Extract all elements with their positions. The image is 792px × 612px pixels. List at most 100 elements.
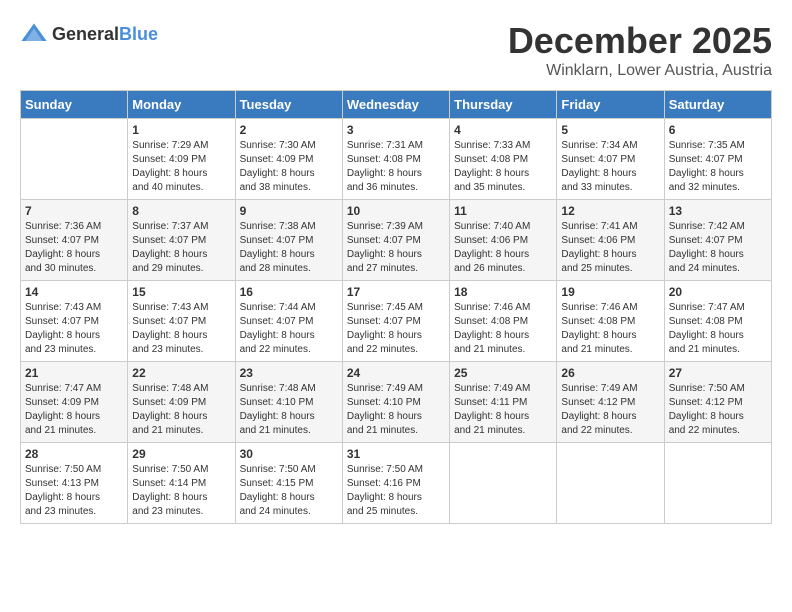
day-number: 26: [561, 366, 659, 380]
day-cell: 22 Sunrise: 7:48 AM Sunset: 4:09 PM Dayli…: [128, 362, 235, 443]
logo-general-text: General: [52, 24, 119, 45]
day-number: 16: [240, 285, 338, 299]
location-title: Winklarn, Lower Austria, Austria: [508, 62, 772, 80]
day-info: Sunrise: 7:50 AM Sunset: 4:15 PM Dayligh…: [240, 463, 338, 519]
day-info: Sunrise: 7:41 AM Sunset: 4:06 PM Dayligh…: [561, 220, 659, 276]
day-cell: 17 Sunrise: 7:45 AM Sunset: 4:07 PM Dayli…: [342, 281, 449, 362]
day-info: Sunrise: 7:49 AM Sunset: 4:10 PM Dayligh…: [347, 382, 445, 438]
weekday-header-row: SundayMondayTuesdayWednesdayThursdayFrid…: [21, 91, 772, 119]
day-number: 29: [132, 447, 230, 461]
day-number: 28: [25, 447, 123, 461]
day-cell: 7 Sunrise: 7:36 AM Sunset: 4:07 PM Daylig…: [21, 200, 128, 281]
day-cell: 13Sunrise: 7:42 AM Sunset: 4:07 PM Dayli…: [664, 200, 771, 281]
day-info: Sunrise: 7:40 AM Sunset: 4:06 PM Dayligh…: [454, 220, 552, 276]
day-number: 18: [454, 285, 552, 299]
day-number: 22: [132, 366, 230, 380]
day-number: 27: [669, 366, 767, 380]
day-info: Sunrise: 7:36 AM Sunset: 4:07 PM Dayligh…: [25, 220, 123, 276]
day-number: 19: [561, 285, 659, 299]
day-info: Sunrise: 7:34 AM Sunset: 4:07 PM Dayligh…: [561, 139, 659, 195]
day-cell: [450, 443, 557, 524]
logo-icon: [20, 20, 48, 48]
day-cell: 18 Sunrise: 7:46 AM Sunset: 4:08 PM Dayli…: [450, 281, 557, 362]
day-info: Sunrise: 7:39 AM Sunset: 4:07 PM Dayligh…: [347, 220, 445, 276]
day-number: 7: [25, 204, 123, 218]
day-number: 2: [240, 123, 338, 137]
day-number: 21: [25, 366, 123, 380]
day-number: 15: [132, 285, 230, 299]
day-cell: 11Sunrise: 7:40 AM Sunset: 4:06 PM Dayli…: [450, 200, 557, 281]
day-number: 9: [240, 204, 338, 218]
day-cell: 25Sunrise: 7:49 AM Sunset: 4:11 PM Dayli…: [450, 362, 557, 443]
day-info: Sunrise: 7:46 AM Sunset: 4:08 PM Dayligh…: [454, 301, 552, 357]
day-info: Sunrise: 7:43 AM Sunset: 4:07 PM Dayligh…: [25, 301, 123, 357]
day-info: Sunrise: 7:31 AM Sunset: 4:08 PM Dayligh…: [347, 139, 445, 195]
weekday-header-monday: Monday: [128, 91, 235, 119]
day-number: 1: [132, 123, 230, 137]
day-number: 24: [347, 366, 445, 380]
day-cell: 20 Sunrise: 7:47 AM Sunset: 4:08 PM Dayli…: [664, 281, 771, 362]
day-info: Sunrise: 7:50 AM Sunset: 4:12 PM Dayligh…: [669, 382, 767, 438]
logo-blue-text: Blue: [119, 24, 158, 45]
day-number: 17: [347, 285, 445, 299]
day-cell: 23 Sunrise: 7:48 AM Sunset: 4:10 PM Dayli…: [235, 362, 342, 443]
day-info: Sunrise: 7:48 AM Sunset: 4:09 PM Dayligh…: [132, 382, 230, 438]
day-info: Sunrise: 7:38 AM Sunset: 4:07 PM Dayligh…: [240, 220, 338, 276]
day-cell: 15 Sunrise: 7:43 AM Sunset: 4:07 PM Dayli…: [128, 281, 235, 362]
day-cell: 19 Sunrise: 7:46 AM Sunset: 4:08 PM Dayli…: [557, 281, 664, 362]
day-cell: [557, 443, 664, 524]
day-cell: [21, 119, 128, 200]
day-cell: [664, 443, 771, 524]
day-cell: 28 Sunrise: 7:50 AM Sunset: 4:13 PM Dayli…: [21, 443, 128, 524]
day-info: Sunrise: 7:49 AM Sunset: 4:12 PM Dayligh…: [561, 382, 659, 438]
day-cell: 21 Sunrise: 7:47 AM Sunset: 4:09 PM Dayli…: [21, 362, 128, 443]
day-number: 10: [347, 204, 445, 218]
day-cell: 1Sunrise: 7:29 AM Sunset: 4:09 PM Daylig…: [128, 119, 235, 200]
day-cell: 9 Sunrise: 7:38 AM Sunset: 4:07 PM Daylig…: [235, 200, 342, 281]
day-cell: 3 Sunrise: 7:31 AM Sunset: 4:08 PM Daylig…: [342, 119, 449, 200]
day-info: Sunrise: 7:47 AM Sunset: 4:08 PM Dayligh…: [669, 301, 767, 357]
weekday-header-tuesday: Tuesday: [235, 91, 342, 119]
day-info: Sunrise: 7:50 AM Sunset: 4:13 PM Dayligh…: [25, 463, 123, 519]
day-number: 20: [669, 285, 767, 299]
day-info: Sunrise: 7:44 AM Sunset: 4:07 PM Dayligh…: [240, 301, 338, 357]
day-number: 23: [240, 366, 338, 380]
day-number: 31: [347, 447, 445, 461]
day-info: Sunrise: 7:37 AM Sunset: 4:07 PM Dayligh…: [132, 220, 230, 276]
weekday-header-sunday: Sunday: [21, 91, 128, 119]
day-cell: 14Sunrise: 7:43 AM Sunset: 4:07 PM Dayli…: [21, 281, 128, 362]
day-cell: 2 Sunrise: 7:30 AM Sunset: 4:09 PM Daylig…: [235, 119, 342, 200]
day-info: Sunrise: 7:43 AM Sunset: 4:07 PM Dayligh…: [132, 301, 230, 357]
month-title: December 2025: [508, 20, 772, 62]
day-number: 3: [347, 123, 445, 137]
day-cell: 12Sunrise: 7:41 AM Sunset: 4:06 PM Dayli…: [557, 200, 664, 281]
weekday-header-friday: Friday: [557, 91, 664, 119]
week-row-1: 1Sunrise: 7:29 AM Sunset: 4:09 PM Daylig…: [21, 119, 772, 200]
week-row-2: 7 Sunrise: 7:36 AM Sunset: 4:07 PM Daylig…: [21, 200, 772, 281]
weekday-header-wednesday: Wednesday: [342, 91, 449, 119]
week-row-4: 21 Sunrise: 7:47 AM Sunset: 4:09 PM Dayli…: [21, 362, 772, 443]
day-cell: 26 Sunrise: 7:49 AM Sunset: 4:12 PM Dayli…: [557, 362, 664, 443]
day-number: 25: [454, 366, 552, 380]
day-info: Sunrise: 7:50 AM Sunset: 4:14 PM Dayligh…: [132, 463, 230, 519]
day-number: 4: [454, 123, 552, 137]
title-block: December 2025 Winklarn, Lower Austria, A…: [508, 20, 772, 80]
day-info: Sunrise: 7:46 AM Sunset: 4:08 PM Dayligh…: [561, 301, 659, 357]
day-cell: 29 Sunrise: 7:50 AM Sunset: 4:14 PM Dayli…: [128, 443, 235, 524]
day-info: Sunrise: 7:47 AM Sunset: 4:09 PM Dayligh…: [25, 382, 123, 438]
day-info: Sunrise: 7:48 AM Sunset: 4:10 PM Dayligh…: [240, 382, 338, 438]
day-number: 5: [561, 123, 659, 137]
day-info: Sunrise: 7:45 AM Sunset: 4:07 PM Dayligh…: [347, 301, 445, 357]
day-cell: 27 Sunrise: 7:50 AM Sunset: 4:12 PM Dayli…: [664, 362, 771, 443]
weekday-header-saturday: Saturday: [664, 91, 771, 119]
day-info: Sunrise: 7:30 AM Sunset: 4:09 PM Dayligh…: [240, 139, 338, 195]
day-info: Sunrise: 7:33 AM Sunset: 4:08 PM Dayligh…: [454, 139, 552, 195]
day-cell: 16 Sunrise: 7:44 AM Sunset: 4:07 PM Dayli…: [235, 281, 342, 362]
logo: General Blue: [20, 20, 158, 48]
day-number: 13: [669, 204, 767, 218]
day-cell: 8 Sunrise: 7:37 AM Sunset: 4:07 PM Daylig…: [128, 200, 235, 281]
calendar-table: SundayMondayTuesdayWednesdayThursdayFrid…: [20, 90, 772, 524]
day-cell: 10 Sunrise: 7:39 AM Sunset: 4:07 PM Dayli…: [342, 200, 449, 281]
day-number: 30: [240, 447, 338, 461]
day-number: 8: [132, 204, 230, 218]
